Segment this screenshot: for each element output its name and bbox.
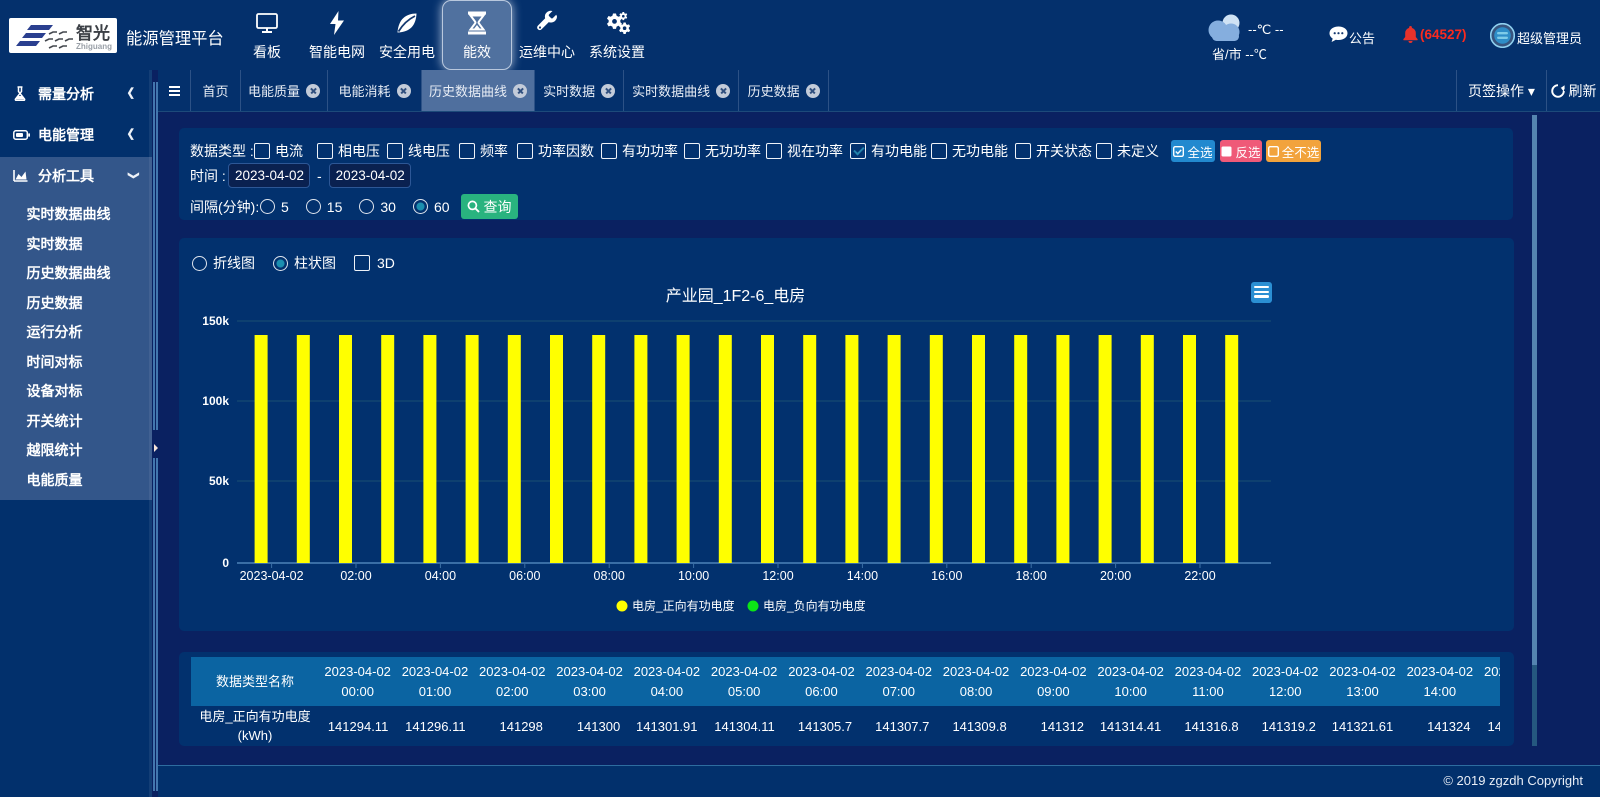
svg-text:14:00: 14:00: [847, 569, 878, 583]
svg-text:150k: 150k: [202, 314, 229, 328]
svg-text:18:00: 18:00: [1016, 569, 1047, 583]
svg-text:02:00: 02:00: [340, 569, 371, 583]
svg-text:12:00: 12:00: [762, 569, 793, 583]
svg-text:20:00: 20:00: [1100, 569, 1131, 583]
svg-text:电房_正向有功电度: 电房_正向有功电度: [632, 598, 735, 613]
svg-text:06:00: 06:00: [509, 569, 540, 583]
svg-text:100k: 100k: [202, 394, 229, 408]
svg-text:0: 0: [222, 556, 229, 570]
svg-text:50k: 50k: [209, 474, 229, 488]
svg-text:电房_负向有功电度: 电房_负向有功电度: [763, 598, 866, 613]
svg-text:2023-04-02: 2023-04-02: [240, 569, 304, 583]
svg-text:22:00: 22:00: [1184, 569, 1215, 583]
svg-text:04:00: 04:00: [425, 569, 456, 583]
svg-text:08:00: 08:00: [594, 569, 625, 583]
svg-text:Zhiguang: Zhiguang: [76, 42, 112, 51]
svg-text:10:00: 10:00: [678, 569, 709, 583]
svg-text:智光: 智光: [76, 23, 110, 43]
svg-text:16:00: 16:00: [931, 569, 962, 583]
